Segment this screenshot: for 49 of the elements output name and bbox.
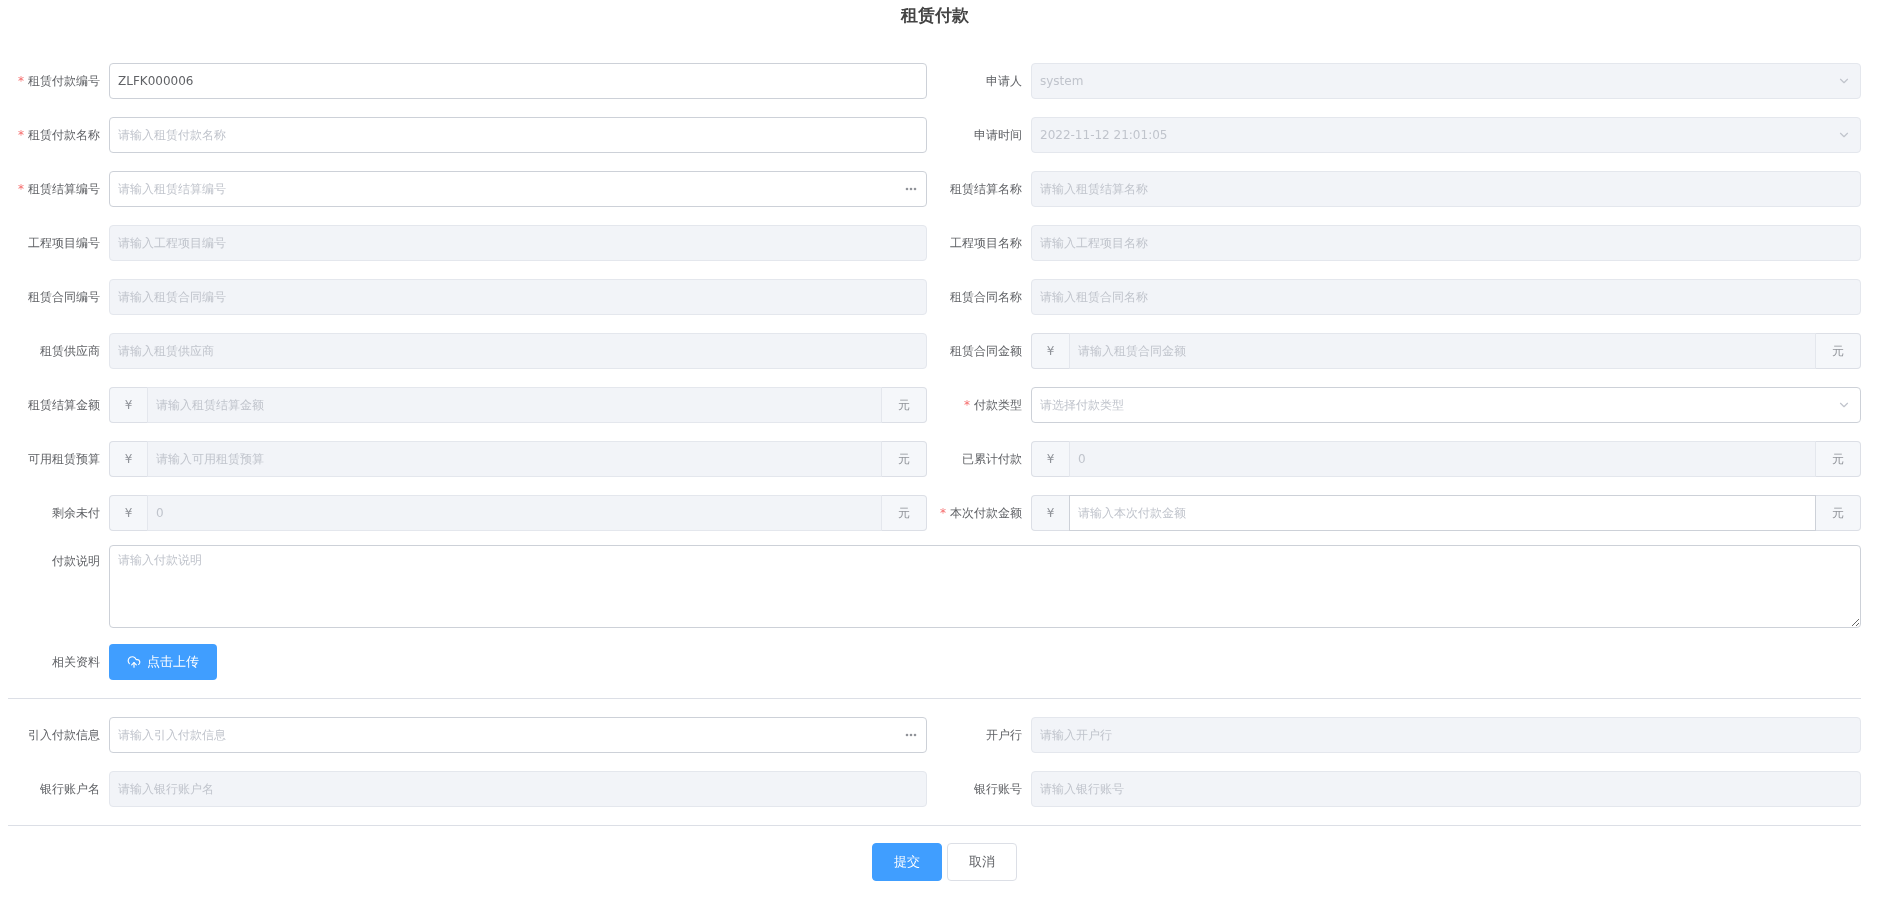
- field-label: 申请时间: [973, 126, 1022, 144]
- textarea[interactable]: 请输入付款说明: [109, 545, 1861, 628]
- currency-addon: ¥: [109, 495, 147, 531]
- field-label: 租赁供应商: [39, 342, 100, 360]
- field-label: * 租赁结算编号: [17, 180, 100, 198]
- field-label: 可用租赁预算: [27, 450, 100, 468]
- currency-addon: ¥: [109, 441, 147, 477]
- submit-button[interactable]: 提交: [872, 843, 942, 881]
- field-label: 租赁合同编号: [27, 288, 100, 306]
- field-label: 开户行: [985, 726, 1022, 744]
- field-label: 租赁结算金额: [27, 396, 100, 414]
- field-label: 引入付款信息: [27, 726, 100, 744]
- currency-addon: ¥: [1031, 495, 1069, 531]
- field-label: 付款说明: [51, 553, 100, 570]
- field-label: 工程项目名称: [949, 234, 1022, 252]
- field-label: 银行账户名: [39, 780, 100, 798]
- cloud-upload-icon: [127, 655, 141, 669]
- unit-addon: 元: [882, 387, 927, 423]
- field-label: 剩余未付: [51, 504, 100, 522]
- field-label: 租赁结算名称: [949, 180, 1022, 198]
- select-field[interactable]: 请选择付款类型: [1031, 387, 1861, 423]
- field-label: * 租赁付款名称: [17, 126, 100, 144]
- currency-addon: ¥: [109, 387, 147, 423]
- unit-addon: 元: [882, 441, 927, 477]
- unit-addon: 元: [882, 495, 927, 531]
- field-label: 已累计付款: [961, 450, 1022, 468]
- field-label: 租赁合同名称: [949, 288, 1022, 306]
- field-label: 银行账号: [973, 780, 1022, 798]
- unit-addon: 元: [1816, 333, 1861, 369]
- field-label: 工程项目编号: [27, 234, 100, 252]
- currency-addon: ¥: [1031, 333, 1069, 369]
- text-input[interactable]: ZLFK000006: [109, 63, 927, 99]
- amount-input[interactable]: 请输入本次付款金额: [1069, 495, 1816, 531]
- field-label: * 租赁付款编号: [17, 72, 100, 90]
- field-label: 相关资料: [51, 653, 100, 671]
- more-icon[interactable]: [905, 187, 917, 191]
- lookup-field[interactable]: 请输入引入付款信息: [109, 717, 927, 753]
- field-label: * 付款类型: [963, 396, 1022, 414]
- cancel-button[interactable]: 取消: [947, 843, 1017, 881]
- page-title: 租赁付款: [899, 4, 970, 27]
- field-label: 申请人: [985, 72, 1022, 90]
- text-input[interactable]: 请输入租赁付款名称: [109, 117, 927, 153]
- unit-addon: 元: [1816, 495, 1861, 531]
- field-label: * 本次付款金额: [939, 504, 1022, 522]
- more-icon[interactable]: [905, 733, 917, 737]
- field-label: 租赁合同金额: [949, 342, 1022, 360]
- currency-addon: ¥: [1031, 441, 1069, 477]
- upload-button[interactable]: 点击上传: [109, 644, 217, 680]
- unit-addon: 元: [1816, 441, 1861, 477]
